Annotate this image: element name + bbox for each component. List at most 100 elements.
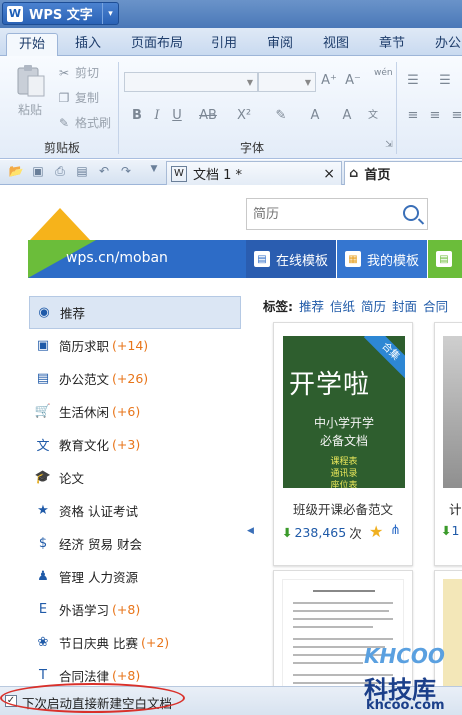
tag-resume[interactable]: 简历 (361, 296, 386, 314)
dollar-icon: $ (38, 536, 48, 551)
app-title: WPS 文字 (29, 8, 93, 23)
search-input[interactable] (253, 200, 393, 228)
phonetic-label: wén (374, 68, 393, 78)
underline-icon[interactable]: U (168, 108, 186, 123)
sidebar-item-life[interactable]: 🛒 生活休闲 (+6) (29, 395, 241, 428)
sidebar-item-language[interactable]: E 外语学习 (+8) (29, 593, 241, 626)
tab-review[interactable]: 审阅 (260, 33, 300, 56)
strikethrough-icon[interactable]: AB (196, 108, 220, 123)
tag-letter[interactable]: 信纸 (330, 296, 355, 314)
sidebar-item-label: 生活休闲 (59, 405, 110, 420)
sidebar-item-label: 论文 (59, 471, 85, 486)
print-preview-icon[interactable]: ▤ (74, 164, 90, 180)
shrink-font-icon[interactable]: A⁻ (344, 73, 362, 88)
thumbnail-item: 座位表 (330, 481, 358, 488)
phonetic-guide-icon[interactable]: wén (374, 68, 393, 78)
font-size-combo[interactable]: ▼ (258, 72, 316, 92)
tab-page-layout[interactable]: 页面布局 (124, 33, 190, 56)
template-thumbnail[interactable]: 开学啦 中小学开学 必备文档 课程表 通讯录 座位表 合集 (283, 336, 405, 488)
app-menu-button[interactable]: W WPS 文字 ▾ (2, 2, 119, 25)
tab-online-templates[interactable]: ▤ 在线模板 (246, 240, 336, 278)
sidebar-item-finance[interactable]: $ 经济 贸易 财会 (29, 527, 241, 560)
sidebar-item-label: 简历求职 (59, 339, 110, 354)
favorite-star-icon[interactable]: ★ (369, 522, 383, 541)
template-card[interactable]: 计 ⬇1 (434, 322, 462, 566)
culture-icon: 文 (36, 439, 50, 454)
highlight-icon[interactable]: ✎ (272, 108, 290, 123)
template-card[interactable]: 开学啦 中小学开学 必备文档 课程表 通讯录 座位表 合集 班级开课必备范文 ⬇… (273, 322, 413, 566)
font-name-combo[interactable]: ▼ (124, 72, 258, 92)
phonetic-icon[interactable]: 文 (364, 106, 382, 121)
sidebar-item-label: 外语学习 (59, 603, 110, 618)
sidebar-item-education[interactable]: 文 教育文化 (+3) (29, 428, 241, 461)
superscript-icon[interactable]: X² (234, 108, 254, 123)
redo-icon[interactable]: ↷ (118, 164, 134, 180)
tab-office[interactable]: 办公 (428, 33, 462, 56)
sidebar-item-recommend[interactable]: ◉ 推荐 (29, 296, 241, 329)
share-icon[interactable]: ⋔ (390, 523, 401, 538)
bold-icon[interactable]: B (128, 108, 146, 123)
tab-green-section[interactable]: ▤ (428, 240, 462, 278)
template-title[interactable]: 班级开课必备范文 (274, 499, 412, 518)
sidebar-item-count: (+8) (112, 668, 141, 683)
align-left-icon[interactable]: ≡ (404, 108, 422, 123)
watermark-logo: KHCOO 科技库 khcoo.com (364, 644, 445, 713)
highlight-annotation (0, 683, 185, 713)
font-color-icon[interactable]: A (306, 108, 324, 123)
tab-document-1[interactable]: W 文档 1 * × (166, 161, 342, 185)
tab-my-templates[interactable]: ▦ 我的模板 (337, 240, 427, 278)
grow-font-icon[interactable]: A⁺ (320, 73, 338, 88)
sidebar-item-management[interactable]: ♟ 管理 人力资源 (29, 560, 241, 593)
tag-contract[interactable]: 合同 (423, 296, 448, 314)
cart-icon: 🛒 (34, 404, 52, 419)
italic-icon[interactable]: I (148, 108, 166, 123)
nav-online-label: 在线模板 (276, 253, 329, 269)
print-icon[interactable]: ⎙ (52, 164, 68, 180)
sidebar-item-festival[interactable]: ❀ 节日庆典 比赛 (+2) (29, 626, 241, 659)
save-icon[interactable]: ▣ (30, 164, 46, 180)
tab-chapter[interactable]: 章节 (372, 33, 412, 56)
document-icon: ▤ (36, 371, 50, 386)
cut-button[interactable]: ✂ 剪切 (56, 64, 99, 81)
customize-toolbar-icon[interactable]: ▼ (146, 164, 162, 180)
quick-access-bar: 📂 ▣ ⎙ ▤ ↶ ↷ ▼ W 文档 1 * × ⌂ 首页 (0, 160, 462, 185)
sidebar-item-office[interactable]: ▤ 办公范文 (+26) (29, 362, 241, 395)
template-thumbnail[interactable] (443, 336, 462, 488)
numbering-icon[interactable]: ☰ (436, 73, 454, 88)
sidebar-item-certification[interactable]: ★ 资格 认证考试 (29, 494, 241, 527)
align-center-icon[interactable]: ≡ (426, 108, 444, 123)
paste-label[interactable]: 粘贴 (18, 101, 42, 118)
paste-button[interactable] (14, 64, 46, 98)
tab-home-page[interactable]: ⌂ 首页 (344, 161, 462, 185)
site-url[interactable]: wps.cn/moban (66, 250, 168, 266)
tab-references[interactable]: 引用 (204, 33, 244, 56)
tab-insert[interactable]: 插入 (68, 33, 108, 56)
home-page: wps.cn/moban ▤ 在线模板 ▦ 我的模板 ▤ ◉ 推荐 ▣ 简历求职… (0, 186, 462, 715)
open-folder-icon[interactable]: 📂 (8, 164, 24, 180)
tag-recommend[interactable]: 推荐 (299, 296, 324, 314)
thumbnail-subtitle-2: 必备文档 (319, 434, 368, 448)
undo-icon[interactable]: ↶ (96, 164, 112, 180)
char-shading-icon[interactable]: A (338, 108, 356, 123)
scroll-left-arrow-icon[interactable]: ◀ (247, 526, 254, 536)
tab-view[interactable]: 视图 (316, 33, 356, 56)
template-title[interactable]: 计 (449, 499, 462, 518)
bullets-icon[interactable]: ☰ (404, 73, 422, 88)
ribbon-panel: 粘贴 ✂ 剪切 ❐ 复制 ✎ 格式刷 剪贴板 ▼ ▼ A⁺ A⁻ wén B I… (0, 56, 462, 159)
tab-home[interactable]: 开始 (6, 33, 58, 56)
sidebar-item-thesis[interactable]: 🎓 论文 (29, 461, 241, 494)
tag-cover[interactable]: 封面 (392, 296, 417, 314)
group-divider (396, 62, 397, 154)
format-painter-label: 格式刷 (75, 116, 112, 130)
wps-logo-icon: W (7, 5, 23, 22)
align-right-icon[interactable]: ≡ (448, 108, 462, 123)
online-template-icon: ▤ (254, 251, 270, 267)
sidebar-item-label: 管理 人力资源 (59, 570, 138, 585)
chevron-down-icon[interactable]: ▾ (102, 3, 118, 24)
sidebar-item-resume[interactable]: ▣ 简历求职 (+14) (29, 329, 241, 362)
search-box[interactable] (246, 198, 428, 230)
copy-button[interactable]: ❐ 复制 (56, 89, 99, 106)
format-painter-button[interactable]: ✎ 格式刷 (56, 114, 111, 131)
close-icon[interactable]: × (323, 166, 335, 182)
search-icon[interactable] (403, 205, 419, 221)
